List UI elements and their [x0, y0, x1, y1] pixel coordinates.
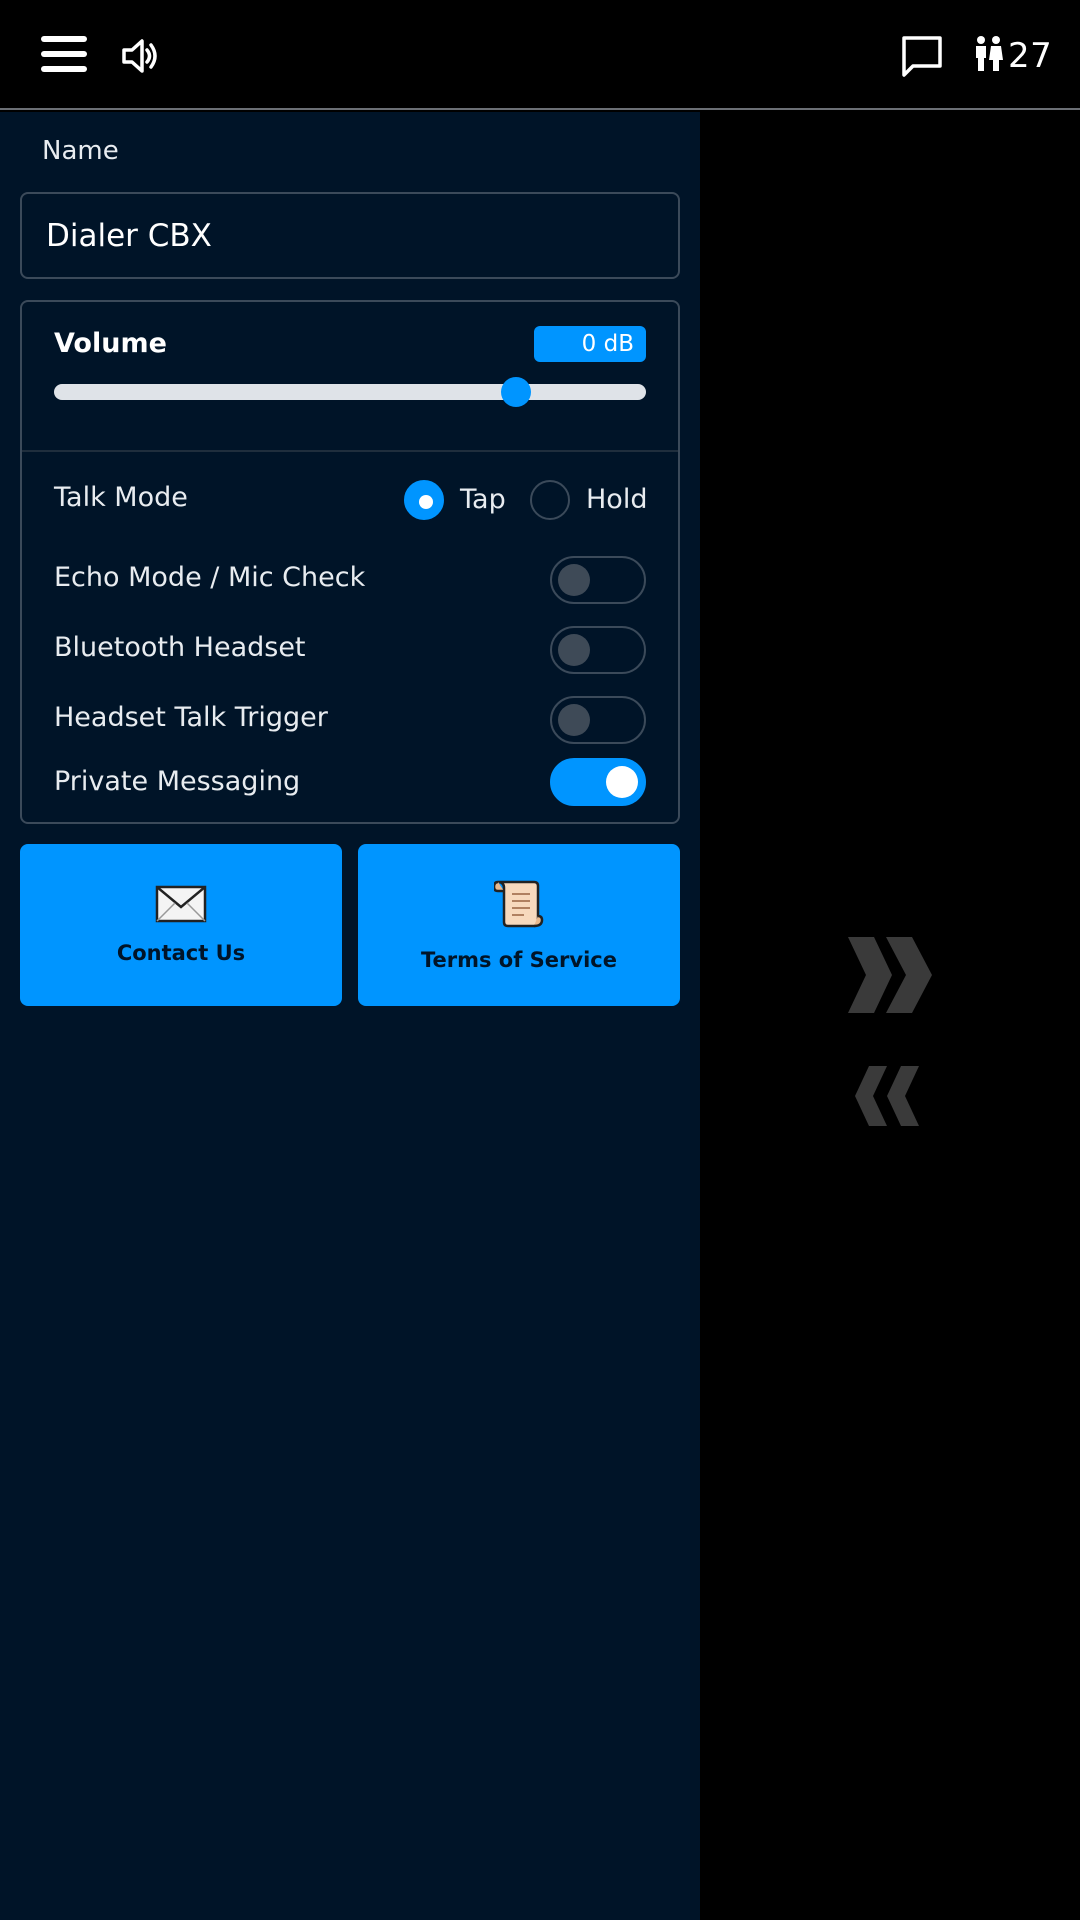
- contact-us-button[interactable]: Contact Us: [20, 844, 342, 1006]
- volume-label: Volume: [54, 328, 167, 359]
- settings-box: Volume 0 dB Talk Mode Tap Hold Echo Mode…: [20, 300, 680, 824]
- volume-slider-thumb[interactable]: [500, 377, 531, 407]
- talk-mode-label: Talk Mode: [54, 482, 188, 513]
- double-chevron-left-icon[interactable]: [848, 1064, 928, 1128]
- toggle-knob: [606, 766, 638, 798]
- hamburger-menu-icon[interactable]: [38, 30, 90, 78]
- echo-mode-label: Echo Mode / Mic Check: [54, 562, 366, 593]
- talk-mode-hold-radio[interactable]: [530, 480, 570, 520]
- speaker-icon[interactable]: [116, 34, 164, 78]
- content-area: [700, 112, 1080, 1920]
- terms-of-service-label: Terms of Service: [420, 948, 617, 972]
- user-count-indicator[interactable]: 27: [974, 34, 1052, 78]
- bluetooth-headset-toggle[interactable]: [550, 626, 646, 674]
- double-chevron-right-icon[interactable]: [840, 934, 940, 1016]
- contact-us-label: Contact Us: [116, 941, 246, 965]
- name-input[interactable]: Dialer CBX: [20, 192, 680, 279]
- user-count: 27: [1008, 36, 1053, 76]
- headset-talk-trigger-toggle[interactable]: [550, 696, 646, 744]
- private-messaging-label: Private Messaging: [54, 766, 301, 797]
- talk-mode-tap-label[interactable]: Tap: [460, 484, 506, 515]
- volume-value-badge: 0 dB: [534, 326, 646, 362]
- people-icon: [974, 35, 1004, 77]
- volume-slider[interactable]: [54, 377, 646, 407]
- settings-panel: Name Dialer CBX Volume 0 dB Talk Mode Ta…: [0, 112, 700, 1920]
- headset-talk-trigger-label: Headset Talk Trigger: [54, 702, 328, 733]
- toggle-knob: [558, 634, 590, 666]
- envelope-icon: [155, 885, 207, 927]
- chat-bubble-icon[interactable]: [898, 32, 946, 80]
- bluetooth-headset-label: Bluetooth Headset: [54, 632, 306, 663]
- toggle-knob: [558, 704, 590, 736]
- scroll-icon: [492, 878, 544, 934]
- terms-of-service-button[interactable]: Terms of Service: [358, 844, 680, 1006]
- divider: [22, 450, 678, 452]
- toggle-knob: [558, 564, 590, 596]
- talk-mode-tap-radio[interactable]: [404, 480, 444, 520]
- name-label: Name: [42, 136, 119, 166]
- talk-mode-hold-label[interactable]: Hold: [586, 484, 647, 515]
- echo-mode-toggle[interactable]: [550, 556, 646, 604]
- top-bar: 27: [0, 0, 1080, 110]
- private-messaging-toggle[interactable]: [550, 758, 646, 806]
